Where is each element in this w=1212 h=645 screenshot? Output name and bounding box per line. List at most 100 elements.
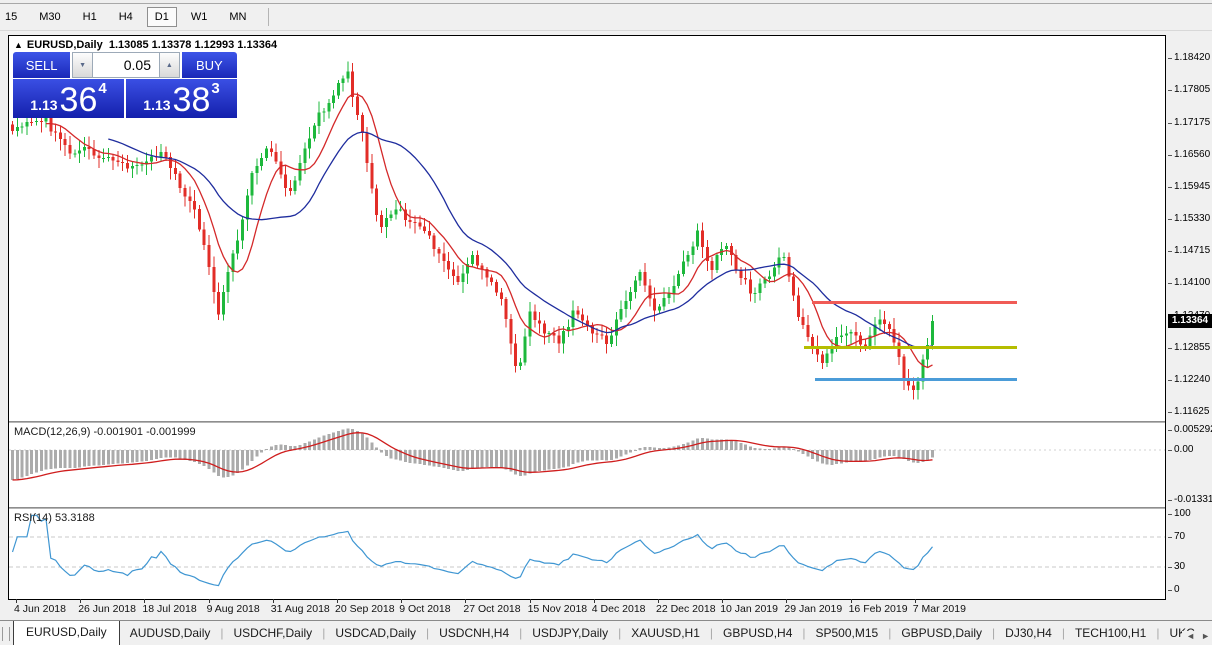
timeframe-button-d1[interactable]: D1 bbox=[146, 7, 177, 27]
collapse-triangle-icon[interactable]: ▲ bbox=[14, 40, 23, 50]
axis-tick-mark bbox=[1168, 348, 1172, 349]
sell-button[interactable]: SELL bbox=[13, 52, 71, 78]
chart-tab-gbpusd-daily[interactable]: GBPUSD,Daily bbox=[891, 622, 992, 645]
axis-tick-mark bbox=[1168, 380, 1172, 381]
axis-tick-mark bbox=[1168, 514, 1172, 515]
symbol-label: EURUSD,Daily bbox=[26, 39, 103, 51]
date-label: 16 Feb 2019 bbox=[848, 603, 908, 615]
trade-controls-row: SELL ▼ ▲ BUY bbox=[13, 52, 237, 78]
date-label: 22 Dec 2018 bbox=[656, 603, 716, 615]
chart-tab-usdcnh-h4[interactable]: USDCNH,H4 bbox=[429, 622, 519, 645]
date-axis[interactable]: 4 Jun 2018 26 Jun 2018 18 Jul 2018 9 Aug 20… bbox=[8, 599, 1166, 617]
date-label: 31 Aug 2018 bbox=[270, 603, 330, 615]
macd-axis-tick: 0.005292 bbox=[1174, 424, 1212, 435]
timeframe-button-m30[interactable]: M30 bbox=[31, 7, 68, 27]
toolbar-separator bbox=[268, 8, 270, 26]
price-axis-tick: 1.18420 bbox=[1174, 52, 1211, 63]
current-price-badge: 1.13364 bbox=[1168, 314, 1212, 328]
date-label: 10 Jan 2019 bbox=[720, 603, 778, 615]
buy-price-box[interactable]: 1.13 38 3 bbox=[126, 79, 237, 118]
rsi-pane: RSI(14) 53.3188 bbox=[9, 509, 1165, 599]
price-axis-tick: 1.12855 bbox=[1174, 342, 1211, 353]
axis-tick-mark bbox=[1168, 90, 1172, 91]
price-axis-tick: 1.14715 bbox=[1174, 245, 1211, 256]
date-label: 18 Jul 2018 bbox=[142, 603, 197, 615]
date-label: 26 Jun 2018 bbox=[78, 603, 136, 615]
axis-tick-mark bbox=[1168, 537, 1172, 538]
price-axis-tick: 1.17175 bbox=[1174, 117, 1211, 128]
volume-decrease-button[interactable]: ▼ bbox=[72, 52, 93, 78]
buy-button[interactable]: BUY bbox=[181, 52, 237, 78]
axis-tick-mark bbox=[1168, 412, 1172, 413]
timeframe-button-15[interactable]: 15 bbox=[0, 7, 25, 27]
axis-tick-mark bbox=[1168, 123, 1172, 124]
chart-tab-tech100-h1[interactable]: TECH100,H1 bbox=[1065, 622, 1156, 645]
chart-tabs: EURUSD,Daily AUDUSD,Daily | USDCHF,Daily | US… bbox=[13, 621, 1205, 645]
date-label: 15 Nov 2018 bbox=[527, 603, 588, 615]
sell-price-pip: 4 bbox=[98, 80, 107, 97]
rsi-chart bbox=[9, 514, 1165, 587]
sell-price-box[interactable]: 1.13 36 4 bbox=[13, 79, 124, 118]
date-label: 20 Sep 2018 bbox=[335, 603, 395, 615]
tab-scroll-right-icon[interactable]: ► bbox=[1201, 631, 1210, 641]
sell-price-prefix: 1.13 bbox=[30, 97, 58, 113]
chart-tab-usdcad-daily[interactable]: USDCAD,Daily bbox=[325, 622, 426, 645]
rsi-axis-tick: 70 bbox=[1174, 531, 1186, 542]
axis-tick-mark bbox=[1168, 58, 1172, 59]
date-label: 27 Oct 2018 bbox=[463, 603, 521, 615]
axis-tick-mark bbox=[1168, 187, 1172, 188]
rsi-axis-tick: 0 bbox=[1174, 584, 1180, 595]
axis-tick-mark bbox=[1168, 500, 1172, 501]
ohlc-values: 1.13085 1.13378 1.12993 1.13364 bbox=[108, 39, 278, 51]
trade-prices-row: 1.13 36 4 1.13 38 3 bbox=[13, 79, 237, 118]
tab-scroll-left-icon[interactable]: ◄ bbox=[1186, 631, 1195, 641]
volume-input[interactable] bbox=[92, 52, 159, 78]
trading-terminal: 15 M30 H1 H4 D1 W1 MN ▲ EURUSD,Daily 1.13085 1.… bbox=[0, 0, 1212, 645]
axis-tick-mark bbox=[1168, 590, 1172, 591]
price-axis-tick: 1.16560 bbox=[1174, 149, 1211, 160]
price-axis-tick: 1.14100 bbox=[1174, 277, 1211, 288]
chart-tab-dj30-h4[interactable]: DJ30,H4 bbox=[995, 622, 1062, 645]
chart-title: ▲ EURUSD,Daily 1.13085 1.13378 1.12993 1.… bbox=[14, 39, 277, 51]
axis-tick-mark bbox=[1168, 219, 1172, 220]
axis-tick-mark bbox=[1168, 430, 1172, 431]
chart-tab-gbpusd-h4[interactable]: GBPUSD,H4 bbox=[713, 622, 802, 645]
timeframe-toolbar: 15 M30 H1 H4 D1 W1 MN bbox=[0, 4, 1212, 31]
buy-price-pip: 3 bbox=[211, 80, 220, 97]
macd-axis-tick: 0.00 bbox=[1174, 444, 1194, 455]
volume-increase-button[interactable]: ▲ bbox=[158, 52, 180, 78]
macd-label: MACD(12,26,9) -0.001901 -0.001999 bbox=[14, 426, 196, 438]
date-label: 4 Dec 2018 bbox=[591, 603, 646, 615]
timeframe-button-w1[interactable]: W1 bbox=[183, 7, 216, 27]
rsi-label: RSI(14) 53.3188 bbox=[14, 512, 95, 524]
price-axis-tick: 1.12240 bbox=[1174, 374, 1211, 385]
price-axis-tick: 1.15330 bbox=[1174, 213, 1211, 224]
sell-price-main: 36 bbox=[59, 81, 98, 120]
chart-window: ▲ EURUSD,Daily 1.13085 1.13378 1.12993 1.… bbox=[8, 35, 1166, 600]
chart-tab-usdchf-daily[interactable]: USDCHF,Daily bbox=[224, 622, 323, 645]
timeframe-button-h4[interactable]: H4 bbox=[111, 7, 141, 27]
chart-tab-xauusd-h1[interactable]: XAUUSD,H1 bbox=[621, 622, 710, 645]
axis-tick-mark bbox=[1168, 567, 1172, 568]
macd-axis-tick: -0.013317 bbox=[1174, 494, 1212, 505]
axis-tick-mark bbox=[1168, 450, 1172, 451]
chart-tab-audusd-daily[interactable]: AUDUSD,Daily bbox=[120, 622, 221, 645]
price-axis-tick: 1.15945 bbox=[1174, 181, 1211, 192]
chart-tab-usdjpy-daily[interactable]: USDJPY,Daily bbox=[522, 622, 618, 645]
rsi-axis-tick: 30 bbox=[1174, 561, 1186, 572]
chart-tab-eurusd-daily[interactable]: EURUSD,Daily bbox=[13, 621, 120, 645]
tab-bar-grip[interactable] bbox=[2, 627, 10, 641]
chart-tab-bar: EURUSD,Daily AUDUSD,Daily | USDCHF,Daily | US… bbox=[0, 620, 1212, 645]
date-label: 4 Jun 2018 bbox=[14, 603, 66, 615]
date-label: 7 Mar 2019 bbox=[912, 603, 966, 615]
axis-tick-mark bbox=[1168, 251, 1172, 252]
main-price-pane: ▲ EURUSD,Daily 1.13085 1.13378 1.12993 1.… bbox=[9, 36, 1165, 421]
price-axis-tick: 1.11625 bbox=[1174, 406, 1210, 417]
price-axis[interactable]: 1.13364 1.18420 1.17805 1.17175 1.16560 1.15… bbox=[1168, 35, 1212, 600]
chart-tab-sp500-m15[interactable]: SP500,M15 bbox=[806, 622, 889, 645]
one-click-trade-panel: SELL ▼ ▲ BUY 1.13 36 4 1.13 38 3 bbox=[13, 52, 237, 118]
axis-tick-mark bbox=[1168, 155, 1172, 156]
timeframe-button-mn[interactable]: MN bbox=[221, 7, 254, 27]
timeframe-button-h1[interactable]: H1 bbox=[75, 7, 105, 27]
price-axis-tick: 1.17805 bbox=[1174, 84, 1211, 95]
